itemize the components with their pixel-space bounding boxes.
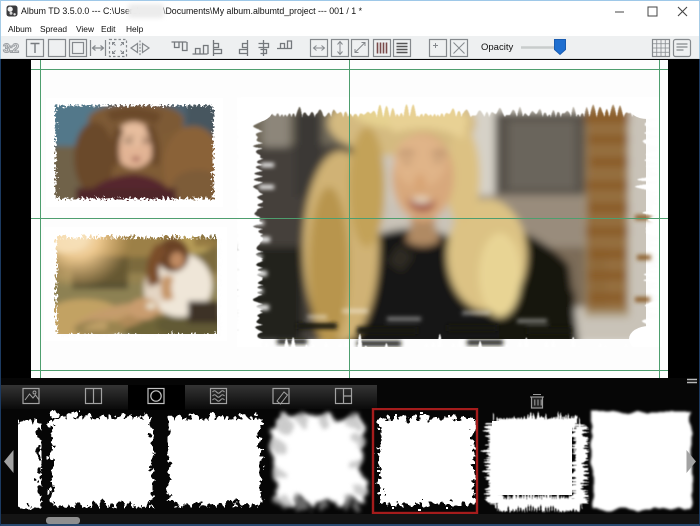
svg-text:3:2: 3:2 [3,42,19,56]
